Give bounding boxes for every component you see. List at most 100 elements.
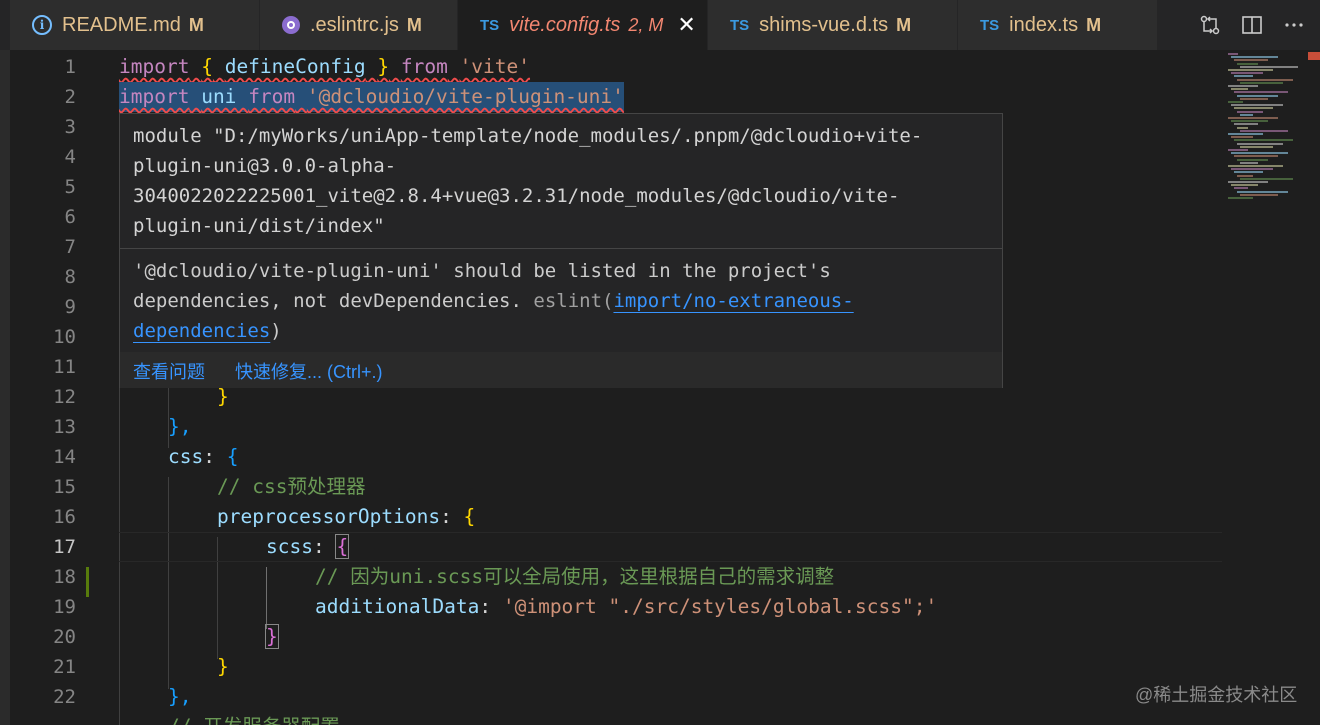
modified-badge: M xyxy=(188,14,204,35)
divider xyxy=(120,248,1002,249)
minimap-line xyxy=(1231,120,1268,123)
minimap-line xyxy=(1231,136,1253,139)
code-text: } xyxy=(217,655,229,678)
close-icon[interactable]: ✕ xyxy=(677,12,695,38)
line-number: 3 xyxy=(64,116,76,138)
module-path: module "D:/myWorks/uniApp-template/node_… xyxy=(133,125,923,237)
quick-fix-link[interactable]: 快速修复... (Ctrl+.) xyxy=(235,358,383,384)
code-text: additionalData: '@import "./src/styles/g… xyxy=(315,595,938,618)
minimap-line xyxy=(1231,152,1288,155)
hover-tooltip: module "D:/myWorks/uniApp-template/node_… xyxy=(119,113,1003,388)
minimap-line xyxy=(1228,53,1238,55)
line-number: 11 xyxy=(53,356,76,378)
problem-count-badge: 2, M xyxy=(628,14,664,35)
minimap-line xyxy=(1234,171,1263,174)
watermark: @稀土掘金技术社区 xyxy=(1135,685,1298,705)
tab-bar: i README.md M .eslintrc.js M TS vite.con… xyxy=(0,0,1320,50)
eslint-icon xyxy=(282,16,300,34)
minimap-line xyxy=(1231,56,1278,59)
ts-icon: TS xyxy=(980,16,1000,34)
rule-link[interactable]: dependencies xyxy=(133,320,270,342)
tab-label: shims-vue.d.ts xyxy=(759,13,889,36)
minimap-line xyxy=(1240,145,1273,148)
minimap-line xyxy=(1231,72,1263,75)
code-text: scss: { xyxy=(266,534,350,559)
minimap-line xyxy=(1234,139,1293,142)
minimap-line xyxy=(1228,85,1258,87)
more-actions-icon[interactable] xyxy=(1282,13,1306,37)
editor-actions xyxy=(1198,0,1320,50)
minimap-line xyxy=(1237,62,1258,65)
line-number: 14 xyxy=(53,446,76,468)
line-number: 18 xyxy=(53,566,76,588)
minimap-line xyxy=(1234,155,1278,158)
minimap-line xyxy=(1240,129,1288,132)
code-line: 22 }, xyxy=(0,682,1222,712)
code-line: 1 import { defineConfig } from 'vite' xyxy=(0,52,1222,82)
tab-label: README.md xyxy=(62,13,181,36)
ts-icon: TS xyxy=(480,16,500,34)
tab-label: vite.config.ts xyxy=(509,13,621,36)
modified-badge: M xyxy=(406,14,422,35)
tab-eslintrc[interactable]: .eslintrc.js M xyxy=(260,0,458,50)
modified-badge: M xyxy=(896,14,912,35)
minimap-line xyxy=(1228,197,1253,199)
compare-changes-icon[interactable] xyxy=(1198,13,1222,37)
line-number: 12 xyxy=(53,386,76,408)
line-number: 1 xyxy=(64,56,76,78)
line-number: 13 xyxy=(53,416,76,438)
minimap-line xyxy=(1234,107,1273,110)
modified-badge: M xyxy=(1086,14,1102,35)
minimap-line xyxy=(1240,81,1283,84)
minimap-line xyxy=(1240,177,1293,180)
line-number: 8 xyxy=(64,266,76,288)
line-number: 15 xyxy=(53,476,76,498)
hover-actions: 查看问题 快速修复... (Ctrl+.) xyxy=(120,352,1002,388)
minimap[interactable] xyxy=(1226,50,1320,725)
minimap-line xyxy=(1240,161,1258,164)
tab-label: .eslintrc.js xyxy=(310,13,399,36)
minimap-line xyxy=(1237,158,1268,161)
line-number: 9 xyxy=(64,296,76,318)
line-number: 19 xyxy=(53,596,76,618)
minimap-line xyxy=(1231,168,1273,171)
tab-index-ts[interactable]: TS index.ts M xyxy=(958,0,1158,50)
code-text: }, xyxy=(168,685,192,708)
ts-icon: TS xyxy=(730,16,750,34)
minimap-line xyxy=(1228,149,1248,151)
problem-message: '@dcloudio/vite-plugin-uni' should be li… xyxy=(133,260,854,342)
code-line: 15 // css预处理器 xyxy=(0,472,1222,502)
code-editor[interactable]: 1 import { defineConfig } from 'vite' 2 … xyxy=(0,50,1320,725)
code-line: 14 css: { xyxy=(0,442,1222,472)
tab-shims-vue[interactable]: TS shims-vue.d.ts M xyxy=(708,0,958,50)
line-number: 17 xyxy=(53,536,76,558)
line-number: 16 xyxy=(53,506,76,528)
line-number: 22 xyxy=(53,686,76,708)
code-text: preprocessorOptions: { xyxy=(217,505,476,528)
rule-link[interactable]: import/no-extraneous- xyxy=(613,290,853,312)
tab-readme[interactable]: i README.md M xyxy=(10,0,260,50)
tab-vite-config[interactable]: TS vite.config.ts 2, M ✕ xyxy=(458,0,708,50)
line-number: 4 xyxy=(64,146,76,168)
code-line-partial: // 开发服务器配置 xyxy=(0,712,1222,725)
code-line: 16 preprocessorOptions: { xyxy=(0,502,1222,532)
line-number: 20 xyxy=(53,626,76,648)
code-text: import uni from '@dcloudio/vite-plugin-u… xyxy=(119,82,624,112)
line-number: 6 xyxy=(64,206,76,228)
minimap-error-marker xyxy=(1308,56,1320,60)
code-line: 18 // 因为uni.scss可以全局使用，这里根据自己的需求调整 xyxy=(0,562,1222,592)
view-problem-link[interactable]: 查看问题 xyxy=(133,358,205,384)
line-number: 5 xyxy=(64,176,76,198)
minimap-line xyxy=(1228,133,1263,135)
code-line-current: 17 scss: { xyxy=(0,532,1222,562)
minimap-line xyxy=(1237,126,1248,129)
code-line: 21 } xyxy=(0,652,1222,682)
code-line: 2 import uni from '@dcloudio/vite-plugin… xyxy=(0,82,1222,112)
line-number: 7 xyxy=(64,236,76,258)
tab-label: index.ts xyxy=(1009,13,1079,36)
code-line: 19 additionalData: '@import "./src/style… xyxy=(0,592,1222,622)
minimap-line xyxy=(1234,75,1253,78)
minimap-line xyxy=(1237,78,1293,81)
code-text: } xyxy=(265,624,279,649)
split-editor-icon[interactable] xyxy=(1240,13,1264,37)
